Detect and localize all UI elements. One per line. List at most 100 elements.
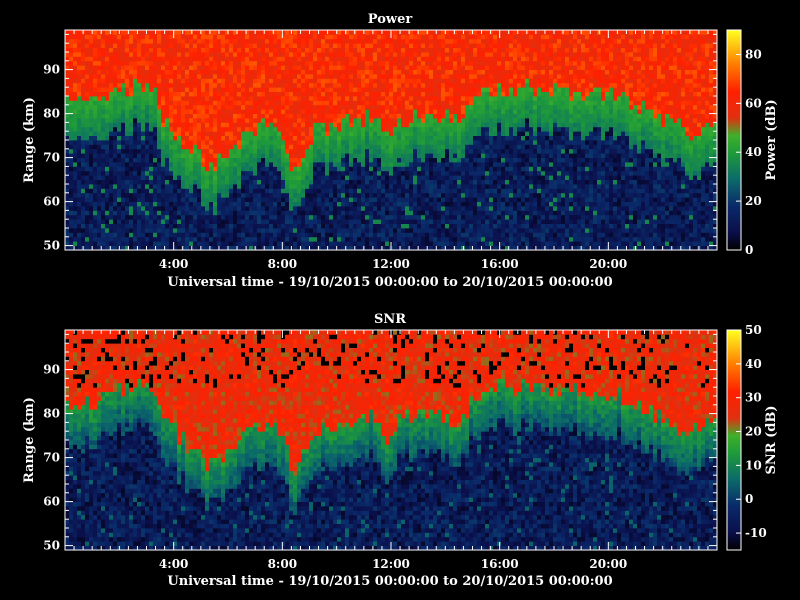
heatmap-cell: [309, 144, 313, 149]
heatmap-cell: [105, 30, 109, 35]
heatmap-cell: [289, 210, 293, 215]
heatmap-cell: [317, 96, 321, 101]
heatmap-cell: [245, 149, 249, 154]
heatmap-cell: [357, 83, 361, 88]
heatmap-cell: [333, 118, 337, 123]
heatmap-cell: [345, 48, 349, 53]
heatmap-cell: [425, 237, 429, 242]
heatmap-cell: [149, 171, 153, 176]
heatmap-cell: [153, 206, 157, 211]
heatmap-cell: [165, 158, 169, 163]
heatmap-cell: [349, 193, 353, 198]
heatmap-cell: [341, 153, 345, 158]
heatmap-cell: [205, 118, 209, 123]
heatmap-cell: [153, 175, 157, 180]
heatmap-cell: [353, 92, 357, 97]
heatmap-cell: [181, 188, 185, 193]
heatmap-cell: [181, 52, 185, 57]
heatmap-cell: [313, 241, 317, 246]
heatmap-cell: [177, 180, 181, 185]
heatmap-cell: [181, 144, 185, 149]
heatmap-cell: [265, 43, 269, 48]
heatmap-cell: [225, 122, 229, 127]
heatmap-cell: [109, 237, 113, 242]
heatmap-cell: [125, 43, 129, 48]
heatmap-cell: [393, 224, 397, 229]
heatmap-cell: [89, 87, 93, 92]
heatmap-cell: [101, 206, 105, 211]
heatmap-cell: [237, 65, 241, 70]
heatmap-cell: [421, 149, 425, 154]
heatmap-cell: [173, 96, 177, 101]
heatmap-cell: [201, 61, 205, 66]
heatmap-cell: [325, 127, 329, 132]
heatmap-cell: [109, 232, 113, 237]
heatmap-cell: [109, 34, 113, 39]
heatmap-cell: [125, 100, 129, 105]
heatmap-cell: [93, 78, 97, 83]
heatmap-cell: [161, 83, 165, 88]
heatmap-cell: [113, 158, 117, 163]
heatmap-cell: [409, 158, 413, 163]
heatmap-cell: [417, 232, 421, 237]
heatmap-cell: [413, 153, 417, 158]
heatmap-cell: [405, 52, 409, 57]
heatmap-cell: [361, 232, 365, 237]
heatmap-cell: [205, 114, 209, 119]
heatmap-cell: [313, 153, 317, 158]
heatmap-cell: [413, 118, 417, 123]
heatmap-cell: [417, 131, 421, 136]
heatmap-cell: [149, 87, 153, 92]
heatmap-cell: [269, 197, 273, 202]
heatmap-cell: [325, 215, 329, 220]
heatmap-cell: [241, 241, 245, 246]
heatmap-cell: [281, 131, 285, 136]
heatmap-cell: [209, 74, 213, 79]
heatmap-cell: [333, 184, 337, 189]
heatmap-cell: [181, 114, 185, 119]
heatmap-cell: [69, 140, 73, 145]
heatmap-cell: [85, 188, 89, 193]
heatmap-cell: [121, 96, 125, 101]
heatmap-cell: [81, 136, 85, 141]
heatmap-cell: [129, 219, 133, 224]
heatmap-cell: [101, 48, 105, 53]
heatmap-cell: [417, 127, 421, 132]
heatmap-cell: [197, 43, 201, 48]
heatmap-cell: [397, 158, 401, 163]
heatmap-cell: [237, 30, 241, 35]
heatmap-cell: [113, 92, 117, 97]
heatmap-cell: [297, 131, 301, 136]
heatmap-cell: [129, 34, 133, 39]
heatmap-cell: [285, 52, 289, 57]
heatmap-cell: [257, 100, 261, 105]
heatmap-cell: [169, 175, 173, 180]
heatmap-cell: [145, 202, 149, 207]
heatmap-cell: [109, 105, 113, 110]
heatmap-cell: [273, 127, 277, 132]
heatmap-cell: [153, 48, 157, 53]
heatmap-cell: [189, 96, 193, 101]
heatmap-cell: [413, 92, 417, 97]
heatmap-cell: [185, 210, 189, 215]
heatmap-cell: [149, 114, 153, 119]
heatmap-cell: [301, 237, 305, 242]
heatmap-cell: [125, 56, 129, 61]
heatmap-cell: [101, 136, 105, 141]
heatmap-cell: [145, 61, 149, 66]
heatmap-cell: [65, 166, 69, 171]
heatmap-cell: [233, 65, 237, 70]
heatmap-cell: [325, 78, 329, 83]
heatmap-cell: [325, 61, 329, 66]
heatmap-cell: [401, 162, 405, 167]
heatmap-cell: [293, 241, 297, 246]
heatmap-cell: [329, 206, 333, 211]
heatmap-cell: [297, 140, 301, 145]
heatmap-cell: [365, 48, 369, 53]
heatmap-cell: [169, 136, 173, 141]
heatmap-cell: [309, 224, 313, 229]
heatmap-cell: [133, 114, 137, 119]
heatmap-cell: [417, 228, 421, 233]
heatmap-cell: [81, 118, 85, 123]
heatmap-cell: [149, 70, 153, 75]
